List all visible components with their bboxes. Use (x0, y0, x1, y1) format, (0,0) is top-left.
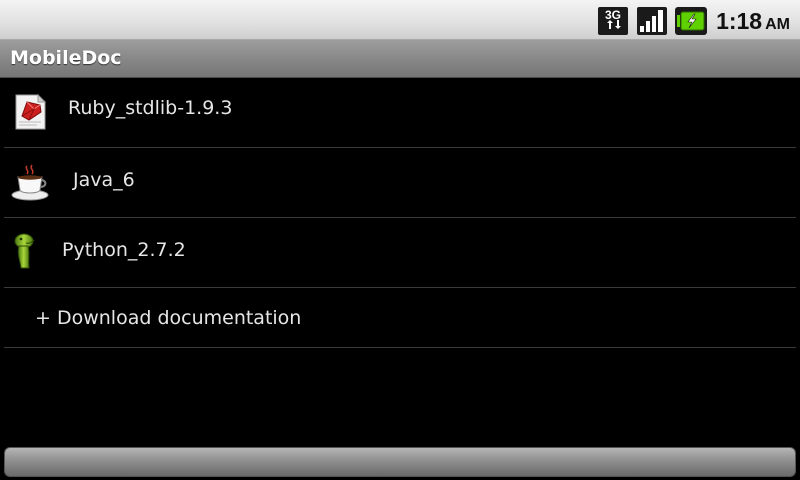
document-label: Python_2.7.2 (62, 239, 186, 261)
clock-text: 1:18 (716, 8, 763, 34)
list-item-ruby-stdlib[interactable]: Ruby_stdlib-1.9.3 (0, 78, 800, 148)
title-bar: MobileDoc (0, 40, 800, 78)
documentation-list: Ruby_stdlib-1.9.3 Java_6 Python_2.7.2 + … (0, 78, 800, 348)
bottom-bar (4, 447, 796, 477)
ruby-icon (15, 93, 47, 130)
list-item-python[interactable]: Python_2.7.2 (0, 218, 800, 288)
list-item-java[interactable]: Java_6 (0, 148, 800, 218)
battery-charging-icon (675, 7, 707, 35)
3g-data-icon: 3G (598, 7, 628, 35)
java-coffee-cup-icon (11, 164, 49, 201)
download-documentation-button[interactable]: + Download documentation (0, 288, 800, 348)
python-icon (14, 233, 35, 269)
status-time: 1:18 AM (716, 8, 790, 34)
network-type-label: 3G (605, 8, 621, 22)
app-screen: 3G 1:18 AM MobileDoc Ruby_stdlib-1.9.3 J… (0, 0, 800, 480)
am-pm-text: AM (765, 16, 790, 33)
document-label: Java_6 (73, 169, 135, 191)
document-label: Ruby_stdlib-1.9.3 (68, 97, 233, 119)
list-divider (4, 347, 796, 348)
signal-strength-icon (637, 7, 667, 35)
status-bar: 3G 1:18 AM (0, 0, 800, 40)
app-title: MobileDoc (10, 47, 122, 69)
download-documentation-label: + Download documentation (35, 307, 302, 329)
